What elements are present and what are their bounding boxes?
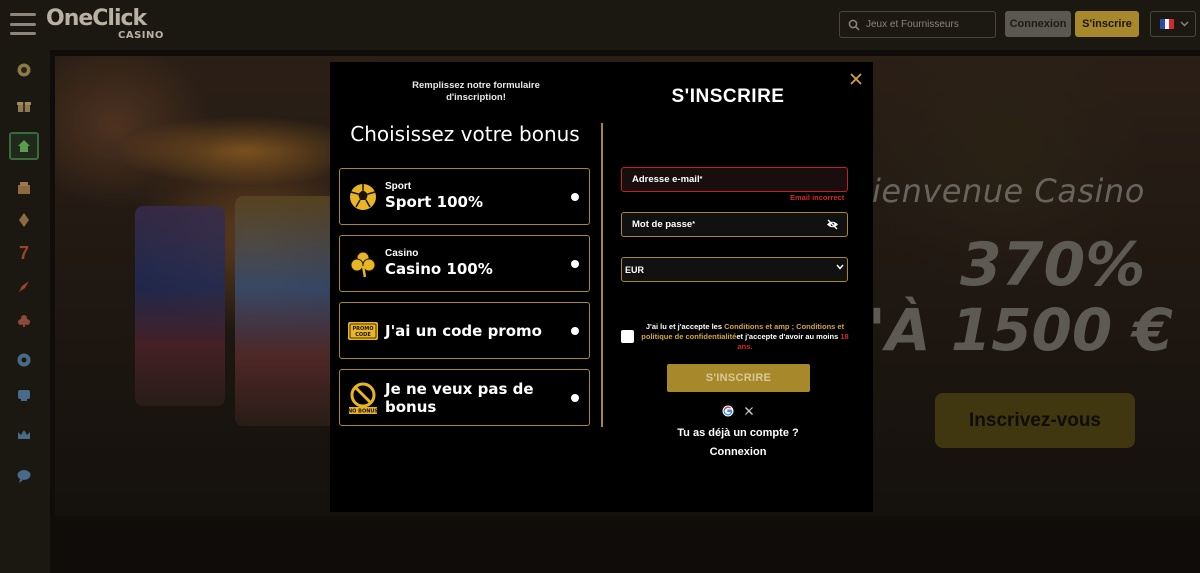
radio-button[interactable]: [571, 326, 579, 335]
promo-code-icon: PROMO CODE: [347, 315, 379, 347]
bonus-heading: Choisissez votre bonus: [350, 122, 580, 146]
modal-divider: [601, 123, 603, 427]
search-input[interactable]: [866, 19, 986, 30]
required-mark: *: [692, 221, 695, 228]
bonus-option-category: Casino: [385, 248, 419, 259]
bonus-option-sport[interactable]: Sport Sport 100%: [339, 168, 590, 225]
already-account-text: Tu as déjà un compte ?: [677, 427, 799, 439]
bonus-option-label: Je ne veux pas de bonus: [385, 379, 534, 416]
rocket-icon[interactable]: [9, 274, 39, 300]
terms-text-part: et j'accepte d'avoir au moins: [736, 331, 841, 341]
poker-icon[interactable]: [9, 308, 39, 334]
signup-button[interactable]: S'inscrire: [1075, 11, 1139, 37]
modal-intro: Remplissez notre formulaire d'inscriptio…: [412, 80, 540, 103]
bonus-option-no-bonus[interactable]: NO BONUS Je ne veux pas de bonus: [339, 369, 590, 426]
language-selector[interactable]: [1150, 11, 1196, 37]
currency-select[interactable]: EUR: [621, 257, 848, 282]
football-icon[interactable]: [9, 347, 39, 373]
svg-text:CODE: CODE: [355, 332, 371, 338]
close-icon[interactable]: [849, 72, 863, 86]
chevron-down-icon: [1180, 21, 1189, 27]
chevron-down-icon: [836, 264, 844, 270]
bonus-option-label: J'ai un code promo: [385, 321, 542, 340]
submit-button[interactable]: S'INSCRIRE: [667, 364, 810, 392]
logo-subtext: CASINO: [118, 30, 164, 41]
currency-value: EUR: [625, 264, 645, 275]
no-bonus-icon: NO BONUS: [347, 382, 379, 414]
modal-title: S'INSCRIRE: [671, 86, 785, 107]
required-mark: *: [699, 176, 703, 183]
email-error: Email incorrect: [790, 193, 845, 202]
menu-icon[interactable]: [10, 13, 36, 35]
lottery-ball-icon[interactable]: [9, 57, 39, 83]
terms-text-part: J'ai lu et j'accepte les: [645, 322, 725, 331]
search-box[interactable]: [839, 11, 996, 38]
eye-slash-icon[interactable]: [826, 219, 839, 230]
login-button[interactable]: Connexion: [1005, 11, 1071, 37]
bonus-option-promo-code[interactable]: PROMO CODE J'ai un code promo: [339, 302, 590, 359]
radio-button[interactable]: [571, 393, 579, 402]
crown-icon[interactable]: [9, 422, 39, 448]
x-icon[interactable]: [742, 404, 755, 417]
bonus-option-label: Casino 100%: [385, 260, 493, 278]
seven-slot-icon[interactable]: 7: [9, 240, 39, 266]
casino-icon[interactable]: [9, 175, 39, 201]
soccer-ball-icon: [347, 181, 379, 213]
svg-text:NO BONUS: NO BONUS: [348, 408, 378, 414]
login-link[interactable]: Connexion: [640, 446, 836, 458]
top-bar: OneClick CASINO Connexion S'inscrire: [0, 0, 1200, 50]
password-label: Mot de passe: [632, 219, 693, 230]
home-icon[interactable]: [9, 132, 39, 160]
bonus-option-category: Sport: [385, 181, 412, 192]
terms-text: J'ai lu et j'accepte les Conditions et a…: [640, 322, 850, 351]
email-field[interactable]: Adresse e-mail *: [621, 167, 848, 192]
esports-icon[interactable]: [9, 382, 39, 408]
logo-text: OneClick: [46, 6, 147, 31]
search-icon: [848, 19, 860, 31]
email-label: Adresse e-mail: [632, 174, 700, 185]
cards-icon[interactable]: [9, 207, 39, 233]
bonus-option-casino[interactable]: Casino Casino 100%: [339, 235, 590, 292]
chat-icon[interactable]: [9, 463, 39, 489]
password-field[interactable]: Mot de passe *: [621, 212, 848, 237]
logo[interactable]: OneClick CASINO: [46, 6, 163, 41]
terms-checkbox[interactable]: [621, 330, 634, 343]
gift-icon[interactable]: [9, 93, 39, 119]
page: ienvenue Casino 370% 'À 1500 € Inscrivez…: [0, 0, 1200, 573]
fr-flag-icon: [1160, 19, 1175, 29]
google-icon[interactable]: [721, 404, 734, 417]
bonus-option-label: Sport 100%: [385, 193, 483, 211]
radio-button[interactable]: [571, 259, 579, 268]
clover-icon: [347, 248, 379, 280]
radio-button[interactable]: [571, 192, 579, 201]
sidebar: 7: [0, 50, 50, 573]
